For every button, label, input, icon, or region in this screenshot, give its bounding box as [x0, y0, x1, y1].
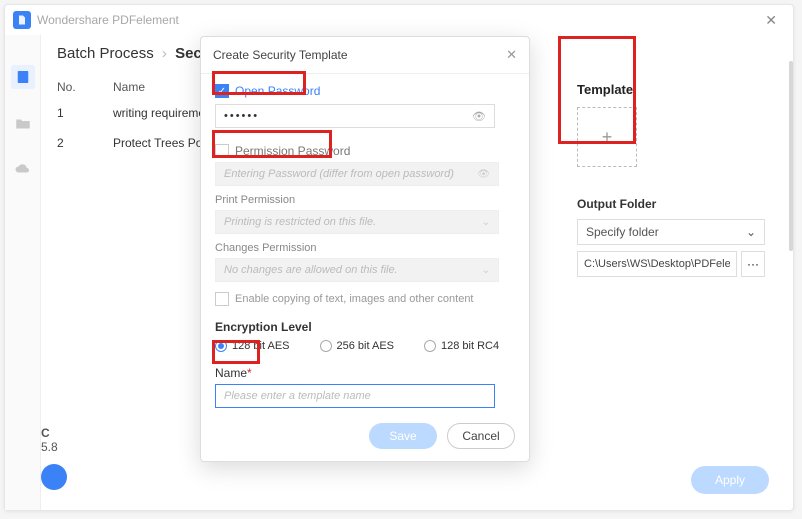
eye-icon[interactable]: 👁 — [472, 110, 486, 123]
template-title: Template — [577, 82, 633, 97]
plus-icon: + — [602, 127, 613, 148]
cancel-button[interactable]: Cancel — [447, 423, 515, 449]
enc-256-aes-radio[interactable]: 256 bit AES — [320, 340, 395, 352]
eye-icon: 👁 — [477, 169, 490, 180]
permission-password-checkbox[interactable]: ✓ — [215, 144, 229, 158]
enable-copying-checkbox: ✓ — [215, 292, 229, 306]
save-button[interactable]: Save — [369, 423, 437, 449]
col-no: No. — [57, 80, 113, 94]
permission-password-label: Permission Password — [235, 144, 350, 158]
scrollbar[interactable] — [789, 61, 793, 251]
print-permission-select: Printing is restricted on this file. ⌄ — [215, 210, 499, 234]
template-name-input[interactable] — [215, 384, 495, 408]
sidebar-item-cloud[interactable] — [14, 159, 32, 177]
footer-info: C 5.8 — [41, 426, 67, 490]
chevron-down-icon: ⌄ — [482, 217, 490, 228]
print-permission-label: Print Permission — [215, 194, 515, 206]
sidebar-item-document[interactable] — [11, 65, 35, 89]
app-logo — [13, 11, 31, 29]
dialog-title: Create Security Template — [213, 48, 348, 62]
open-password-label: Open Password — [235, 84, 320, 98]
output-folder-select[interactable]: Specify folder ⌄ — [577, 219, 765, 245]
create-security-template-dialog: Create Security Template ✕ ✓ Open Passwo… — [200, 36, 530, 462]
titlebar: Wondershare PDFelement ✕ — [5, 5, 793, 35]
app-name: Wondershare PDFelement — [37, 13, 179, 27]
enc-128-aes-radio[interactable]: 128 bit AES — [215, 340, 290, 352]
breadcrumb-root[interactable]: Batch Process — [57, 45, 154, 62]
permission-password-field: Entering Password (differ from open pass… — [215, 162, 499, 186]
template-name-label: Name* — [215, 366, 252, 380]
col-name: Name — [113, 80, 145, 94]
enable-copying-label: Enable copying of text, images and other… — [235, 293, 474, 305]
close-icon[interactable]: ✕ — [757, 8, 785, 33]
sidebar — [5, 35, 41, 510]
changes-permission-select: No changes are allowed on this file. ⌄ — [215, 258, 499, 282]
encryption-level-title: Encryption Level — [215, 320, 515, 334]
enc-128-rc4-radio[interactable]: 128 bit RC4 — [424, 340, 499, 352]
footer-pill[interactable] — [41, 464, 67, 490]
chevron-down-icon: ⌄ — [746, 225, 756, 239]
chevron-down-icon: ⌄ — [482, 265, 490, 276]
sidebar-item-folder[interactable] — [14, 115, 32, 133]
apply-button[interactable]: Apply — [691, 466, 769, 494]
output-folder-path[interactable] — [577, 251, 737, 277]
dialog-close-icon[interactable]: ✕ — [506, 47, 517, 63]
open-password-checkbox[interactable]: ✓ — [215, 84, 229, 98]
changes-permission-label: Changes Permission — [215, 242, 515, 254]
add-template-button[interactable]: + — [577, 107, 637, 167]
browse-folder-button[interactable]: ··· — [741, 251, 765, 277]
open-password-field[interactable]: •••••• 👁 — [215, 104, 495, 128]
output-folder-title: Output Folder — [577, 197, 777, 211]
